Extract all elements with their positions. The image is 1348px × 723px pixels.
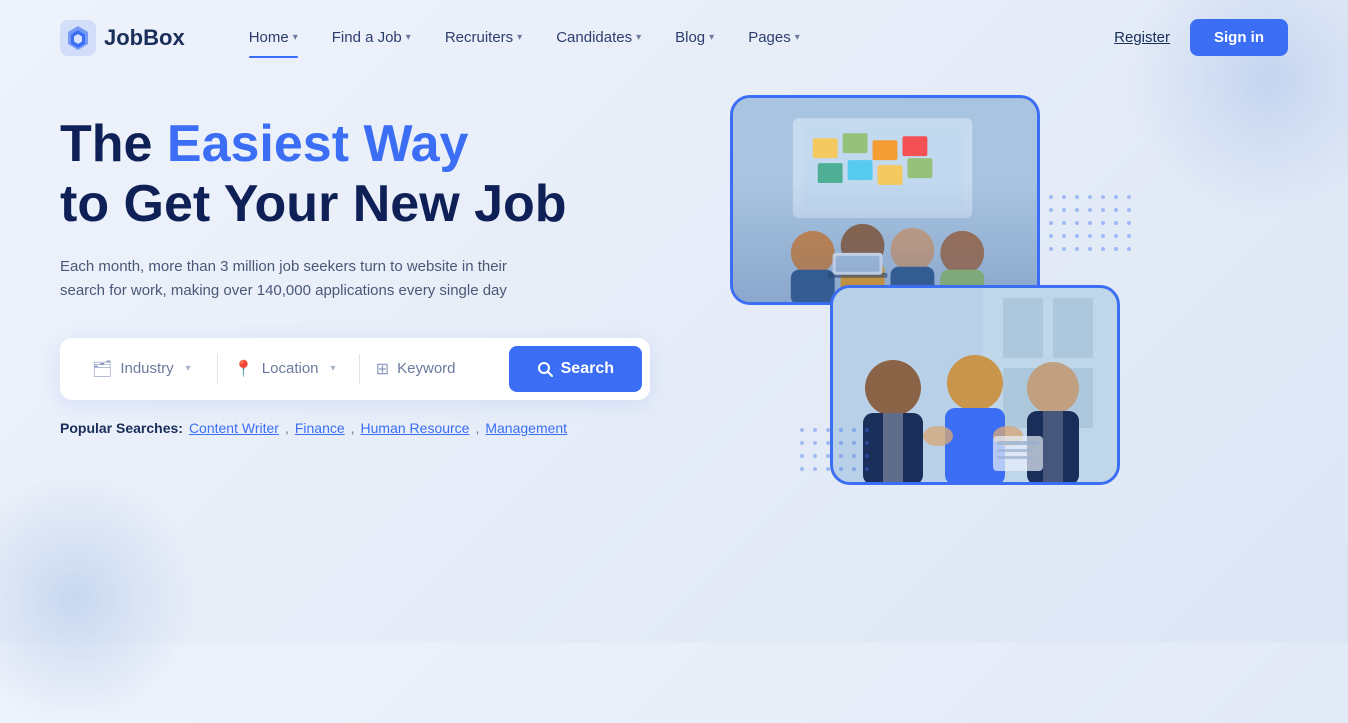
team-collaboration-image (733, 98, 1037, 302)
nav-item-blog[interactable]: Blog ▾ (661, 21, 728, 54)
chevron-down-icon: ▾ (186, 363, 191, 374)
nav-item-home[interactable]: Home ▾ (235, 21, 312, 54)
nav-item-pages[interactable]: Pages ▾ (734, 21, 814, 54)
separator: , (285, 420, 289, 436)
nav-links: Home ▾ Find a Job ▾ Recruiters ▾ Candida… (235, 21, 1114, 54)
meeting-illustration-svg (833, 288, 1117, 482)
popular-link-management[interactable]: Management (485, 420, 567, 436)
separator: , (475, 420, 479, 436)
hero-section: The Easiest Way to Get Your New Job Each… (60, 95, 680, 595)
popular-link-human-resource[interactable]: Human Resource (361, 420, 470, 436)
team-illustration-svg (733, 98, 1037, 302)
navbar: JobBox Home ▾ Find a Job ▾ Recruiters ▾ … (0, 0, 1348, 75)
chevron-down-icon: ▾ (636, 32, 641, 43)
hero-title: The Easiest Way to Get Your New Job (60, 115, 680, 235)
search-button[interactable]: Search (509, 346, 642, 392)
popular-searches: Popular Searches: Content Writer , Finan… (60, 420, 680, 436)
dot-grid-decoration-2: const g2 = document.currentScript.parent… (800, 428, 873, 475)
nav-actions: Register Sign in (1114, 19, 1288, 56)
briefcase-icon: 🗂 (92, 359, 112, 379)
search-icon (537, 361, 553, 377)
chevron-down-icon: ▾ (517, 32, 522, 43)
location-pin-icon: 📍 (234, 359, 254, 379)
business-meeting-image (833, 288, 1117, 482)
nav-item-candidates[interactable]: Candidates ▾ (542, 21, 655, 54)
popular-label: Popular Searches: (60, 420, 183, 436)
register-link[interactable]: Register (1114, 29, 1170, 46)
popular-link-finance[interactable]: Finance (295, 420, 345, 436)
keyword-field[interactable]: ⊞ Keyword (360, 351, 501, 387)
logo[interactable]: JobBox (60, 20, 185, 56)
nav-item-find-job[interactable]: Find a Job ▾ (318, 21, 425, 54)
chevron-down-icon: ▾ (293, 32, 298, 43)
chevron-down-icon: ▾ (795, 32, 800, 43)
signin-button[interactable]: Sign in (1190, 19, 1288, 56)
nav-item-recruiters[interactable]: Recruiters ▾ (431, 21, 536, 54)
team-photo-bottom (830, 285, 1120, 485)
dot-grid-decoration: const g1 = document.currentScript.parent… (1036, 195, 1135, 255)
location-dropdown[interactable]: 📍 Location ▾ (218, 351, 359, 387)
grid-icon: ⊞ (376, 359, 389, 379)
logo-text: JobBox (104, 25, 185, 51)
hero-images: const g1 = document.currentScript.parent… (680, 75, 1140, 595)
hero-subtitle: Each month, more than 3 million job seek… (60, 255, 540, 303)
main-content: The Easiest Way to Get Your New Job Each… (0, 75, 1348, 595)
chevron-down-icon: ▾ (331, 363, 336, 374)
chevron-down-icon: ▾ (406, 32, 411, 43)
industry-dropdown[interactable]: 🗂 Industry ▾ (76, 351, 217, 387)
team-photo-top (730, 95, 1040, 305)
chevron-down-icon: ▾ (709, 32, 714, 43)
popular-link-content-writer[interactable]: Content Writer (189, 420, 279, 436)
separator: , (351, 420, 355, 436)
logo-icon (60, 20, 96, 56)
search-bar: 🗂 Industry ▾ 📍 Location ▾ ⊞ Keyword Se (60, 338, 650, 400)
